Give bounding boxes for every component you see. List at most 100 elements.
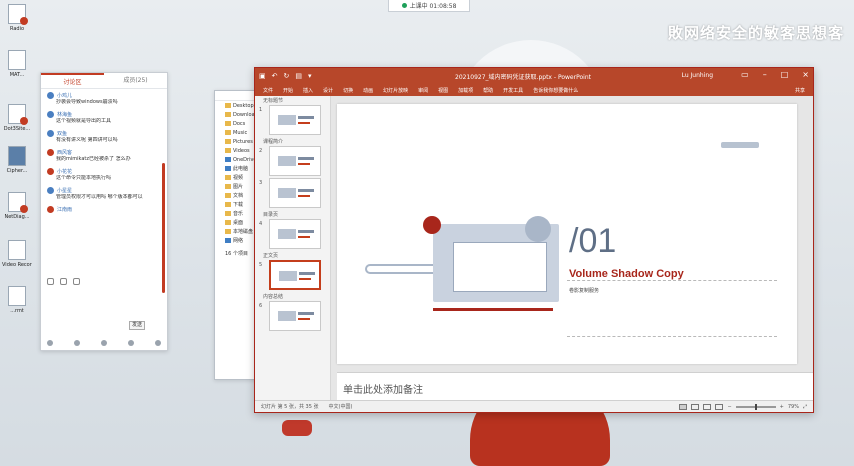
slide-section-label[interactable]: 课程简介 — [255, 137, 330, 146]
thumbnail-shape — [299, 272, 315, 275]
tab-members[interactable]: 成员(25) — [104, 73, 167, 88]
undo-icon[interactable]: ↶ — [272, 72, 278, 80]
ribbon-tab[interactable]: 开始 — [283, 87, 293, 94]
current-slide[interactable]: /01 Volume Shadow Copy 卷影复制服务 — [337, 104, 797, 364]
chat-message-list: 小鸡儿 抄袭会导致windows崩溃吗 林海鱼 这个视频就是导出的工具 双鱼 有没有讲义呢… — [41, 89, 167, 219]
image-icon[interactable] — [73, 278, 80, 285]
slide-thumbnail-number: 6 — [259, 303, 263, 309]
maximize-icon[interactable]: □ — [781, 70, 789, 79]
language-indicator[interactable]: 中文(中国) — [329, 403, 353, 410]
thumbnail-shape — [298, 116, 314, 119]
account-name[interactable]: Lu Junhing — [682, 72, 713, 79]
zoom-level[interactable]: 79% — [788, 404, 799, 410]
zoom-slider-thumb[interactable] — [754, 403, 757, 410]
desktop-shortcut[interactable]: Dot3Site... — [2, 104, 32, 132]
ribbon-tab[interactable]: 告诉我你想要做什么 — [533, 87, 578, 94]
ribbon-tab[interactable]: 切换 — [343, 87, 353, 94]
ribbon-tab[interactable]: 文件 — [263, 87, 273, 94]
slide-section-number[interactable]: /01 — [569, 222, 616, 261]
customize-icon[interactable]: ▾ — [308, 72, 312, 80]
slide-section-label[interactable]: 正文页 — [255, 251, 330, 260]
slide-thumbnail[interactable]: 5 — [255, 260, 330, 290]
chat-scrollbar[interactable] — [162, 163, 165, 293]
slide-section-label[interactable]: 目录页 — [255, 210, 330, 219]
chat-message-text: 抄袭会导致windows崩溃吗 — [56, 99, 118, 105]
avatar — [47, 129, 54, 137]
cloud-icon — [225, 157, 231, 162]
desktop-shortcut[interactable]: Cipher... — [2, 146, 32, 174]
powerpoint-window: ▣ ↶ ↻ ▤ ▾ 20210927_域内密码凭证获取.pptx - Power… — [254, 67, 814, 413]
thumbnail-shape — [298, 163, 310, 165]
desktop-shortcut[interactable]: Video Recording — [2, 240, 32, 268]
desktop-shortcut-label: Dot3Site... — [3, 126, 31, 132]
desktop-shortcut[interactable]: MAT... — [2, 50, 32, 78]
ribbon-tab[interactable]: 开发工具 — [503, 87, 523, 94]
chat-message: 江南雨 — [47, 205, 161, 213]
slide-counter: 幻灯片 第 5 张，共 35 张 — [261, 404, 319, 410]
ribbon-tab[interactable]: 动画 — [363, 87, 373, 94]
more-icon[interactable] — [155, 340, 161, 346]
ribbon-options-icon[interactable]: ▭ — [741, 70, 749, 79]
minimize-icon[interactable]: – — [763, 70, 767, 79]
ppt-titlebar[interactable]: ▣ ↶ ↻ ▤ ▾ 20210927_域内密码凭证获取.pptx - Power… — [255, 68, 813, 84]
thumbnail-shape — [298, 122, 310, 124]
chat-tabs: 讨论区 成员(25) — [41, 73, 167, 89]
fit-slide-icon[interactable]: ⤢ — [803, 404, 807, 410]
avatar — [47, 186, 54, 194]
mic-icon[interactable] — [47, 340, 53, 346]
slideshow-view-icon[interactable] — [715, 403, 724, 410]
desktop-shortcut-label: Cipher... — [6, 168, 28, 174]
computer-icon — [225, 166, 231, 171]
slide-thumbnail[interactable]: 4 — [255, 219, 330, 249]
save-icon[interactable]: ▣ — [259, 72, 266, 80]
thumbnail-shape — [298, 157, 314, 160]
ribbon-tab[interactable]: 视图 — [438, 87, 448, 94]
share-icon[interactable] — [101, 340, 107, 346]
desktop-shortcut[interactable]: ...rmt — [2, 286, 32, 314]
thumbnail-shape — [278, 311, 296, 321]
camera-icon[interactable] — [74, 340, 80, 346]
meeting-status-bar[interactable]: 上课中 01:08:58 — [388, 0, 470, 12]
emoji-icon[interactable] — [47, 278, 54, 285]
close-icon[interactable]: × — [802, 70, 809, 79]
redo-icon[interactable]: ↻ — [284, 72, 290, 80]
desktop-shortcut[interactable]: Radio — [2, 4, 32, 32]
slide-heading[interactable]: Volume Shadow Copy — [569, 268, 684, 280]
sorter-view-icon[interactable] — [691, 403, 700, 410]
slide-subheading[interactable]: 卷影复制服务 — [569, 287, 599, 294]
chat-sender-name: 双鱼 — [57, 130, 68, 137]
ribbon-tab[interactable]: 审阅 — [418, 87, 428, 94]
thumbnail-shape — [298, 195, 310, 197]
slide-thumbnail[interactable]: 2 — [255, 146, 330, 176]
ribbon-tab[interactable]: 帮助 — [483, 87, 493, 94]
folder-icon — [225, 202, 231, 207]
thumbnail-shape — [298, 230, 314, 233]
slide-thumbnail[interactable]: 1 — [255, 105, 330, 135]
scissors-icon[interactable] — [60, 278, 67, 285]
explorer-nav-label: Pictures — [233, 138, 253, 145]
ribbon-tab[interactable]: 幻灯片放映 — [383, 87, 408, 94]
tab-discussion[interactable]: 讨论区 — [41, 73, 104, 88]
slide-thumbnail[interactable]: 3 — [255, 178, 330, 208]
chat-sender-name: 西风客 — [57, 149, 73, 156]
chat-sender: 双鱼 — [47, 129, 161, 137]
notes-pane[interactable]: 单击此处添加备注 — [337, 372, 813, 400]
ribbon-tab[interactable]: 加载项 — [458, 87, 473, 94]
zoom-in-icon[interactable]: + — [780, 404, 784, 410]
normal-view-icon[interactable] — [679, 403, 688, 410]
send-button[interactable]: 发送 — [129, 321, 145, 330]
slide-section-label[interactable]: 内容总结 — [255, 292, 330, 301]
reading-view-icon[interactable] — [703, 403, 712, 410]
chat-message-text: 有没有讲义呢 第四讲可以吗 — [56, 137, 118, 143]
slide-thumbnail[interactable]: 6 — [255, 301, 330, 331]
hand-icon[interactable] — [128, 340, 134, 346]
desktop-shortcut[interactable]: NetDiag... — [2, 192, 32, 220]
share-button[interactable]: 共享 — [795, 87, 805, 94]
chat-sender: 小星星 — [47, 186, 161, 194]
ribbon-tab[interactable]: 插入 — [303, 87, 313, 94]
zoom-slider[interactable] — [735, 403, 776, 410]
slide-section-label[interactable]: 无标题节 — [255, 96, 330, 105]
ribbon-tab[interactable]: 设计 — [323, 87, 333, 94]
slideshow-icon[interactable]: ▤ — [295, 72, 302, 80]
zoom-out-icon[interactable]: − — [727, 404, 731, 410]
